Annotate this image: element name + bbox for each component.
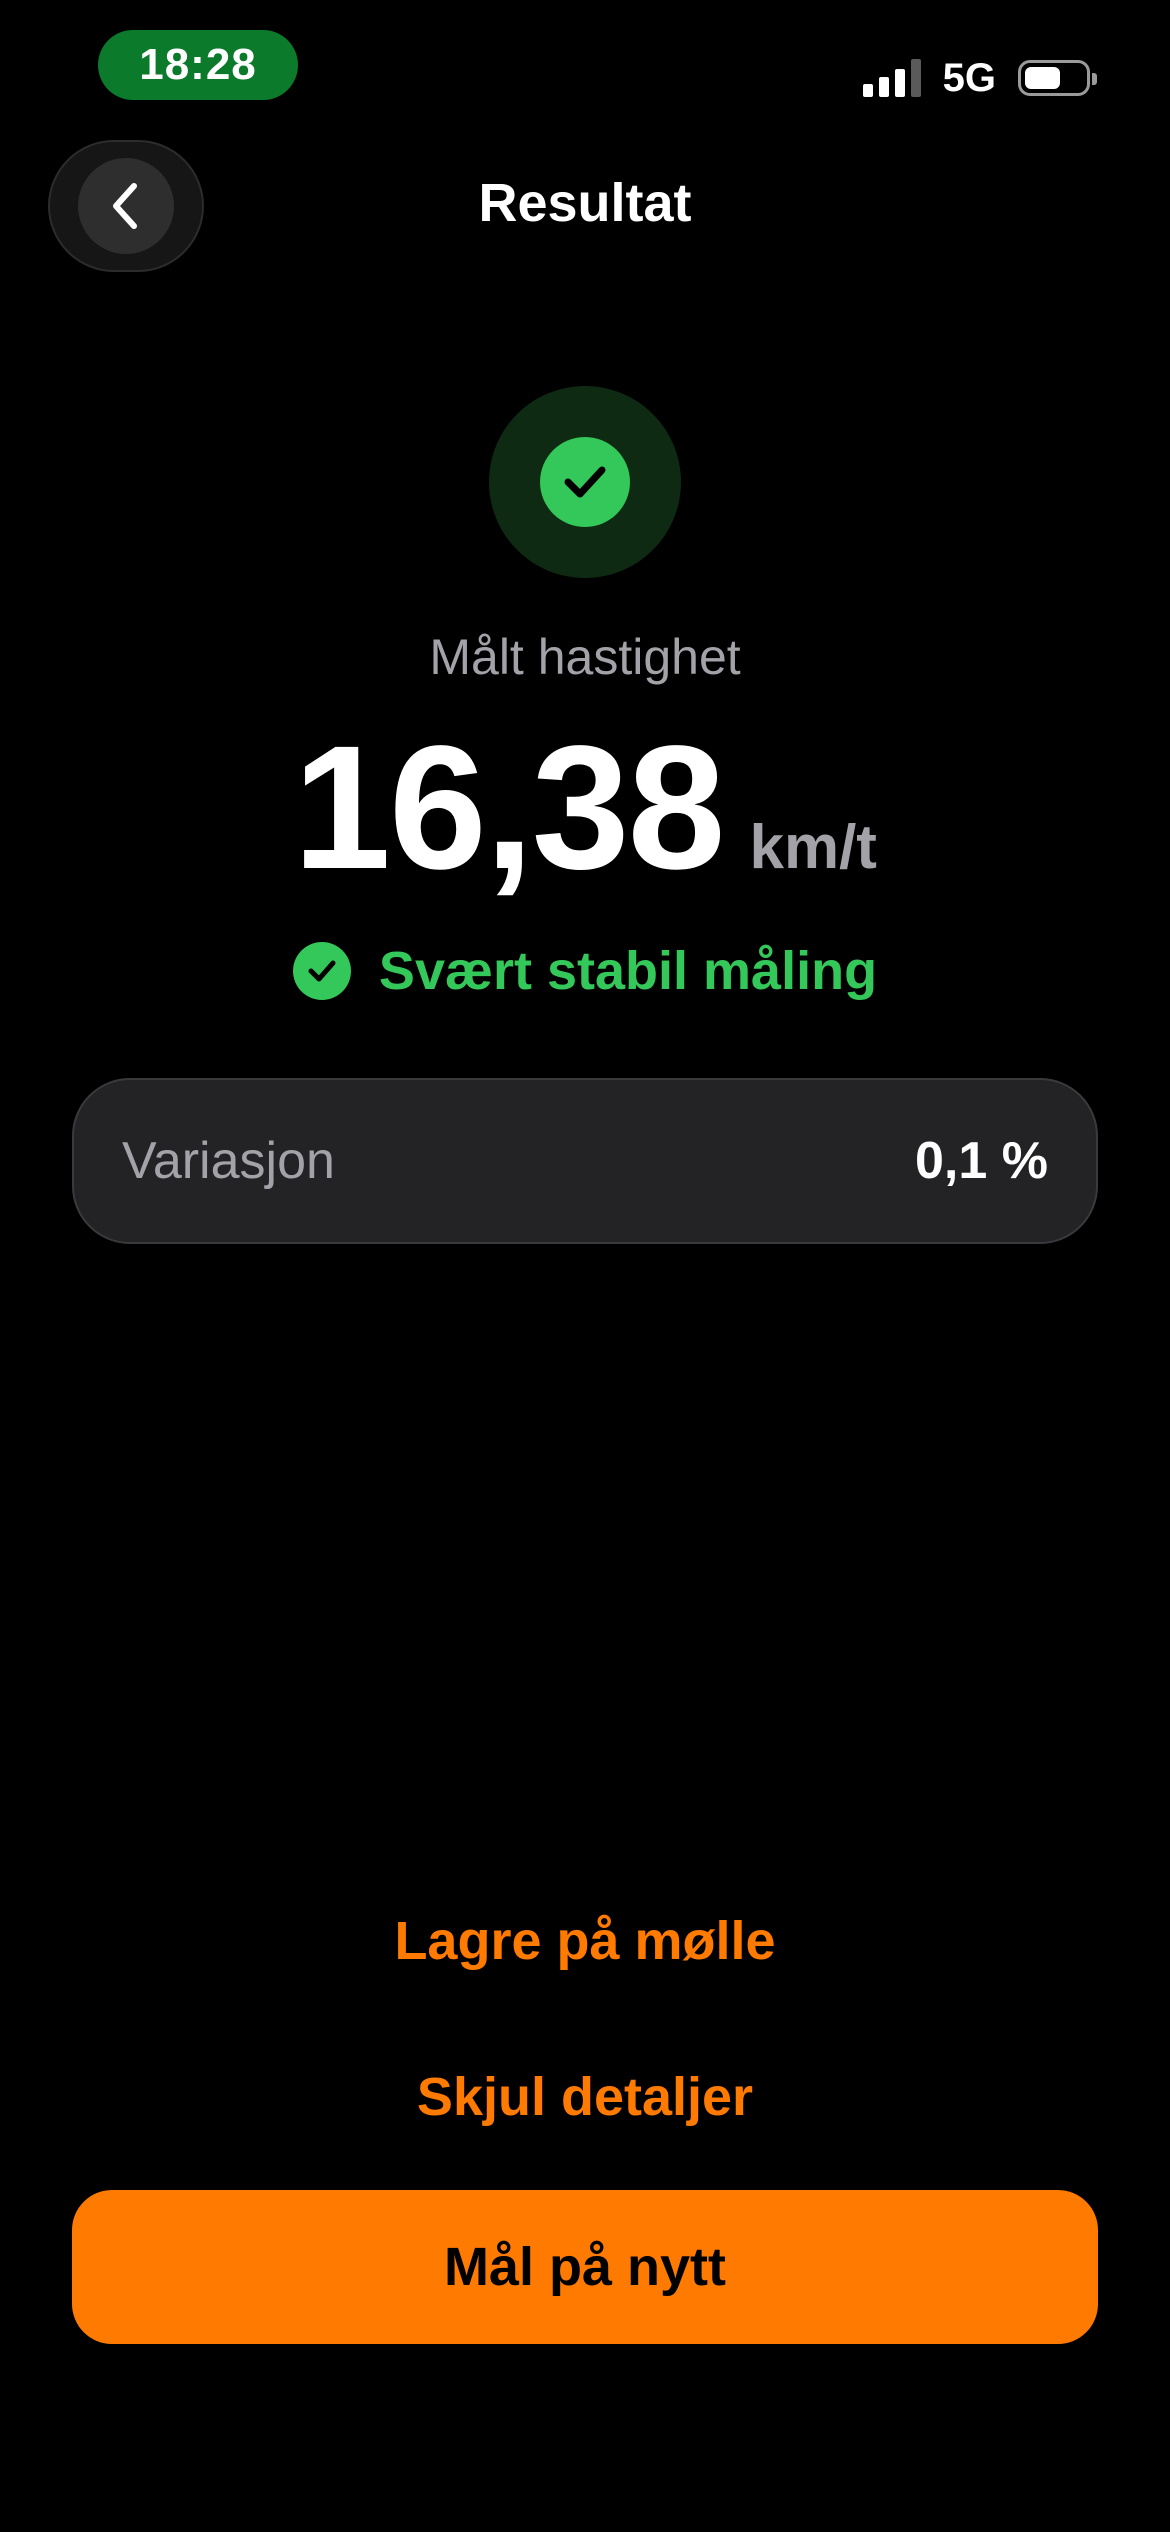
stability-text: Svært stabil måling — [378, 941, 878, 1001]
success-badge — [489, 386, 681, 578]
measured-speed-label: Målt hastighet — [429, 629, 741, 685]
stability-indicator: Svært stabil måling — [0, 940, 1170, 1002]
speed-unit: km/t — [749, 813, 877, 882]
checkmark-icon — [564, 466, 606, 498]
variation-label: Variasjon — [122, 1132, 335, 1190]
save-on-treadmill-button[interactable]: Lagre på mølle — [0, 1910, 1170, 1972]
speed-readout: 16,38 km/t — [0, 720, 1170, 896]
status-indicators: 5G — [862, 50, 1097, 106]
network-type: 5G — [942, 55, 996, 100]
battery-level — [1025, 67, 1060, 89]
speed-value: 16,38 — [293, 710, 725, 906]
status-time: 18:28 — [98, 30, 298, 100]
cellular-signal-icon — [862, 59, 921, 97]
hide-details-button[interactable]: Skjul detaljer — [0, 2066, 1170, 2128]
checkmark-circle-icon — [292, 942, 351, 1000]
battery-icon — [1018, 60, 1097, 96]
variation-card: Variasjon 0,1 % — [72, 1078, 1098, 1244]
remeasure-button[interactable]: Mål på nytt — [72, 2190, 1098, 2344]
page-title: Resultat — [478, 173, 692, 233]
variation-value: 0,1 % — [915, 1132, 1048, 1190]
